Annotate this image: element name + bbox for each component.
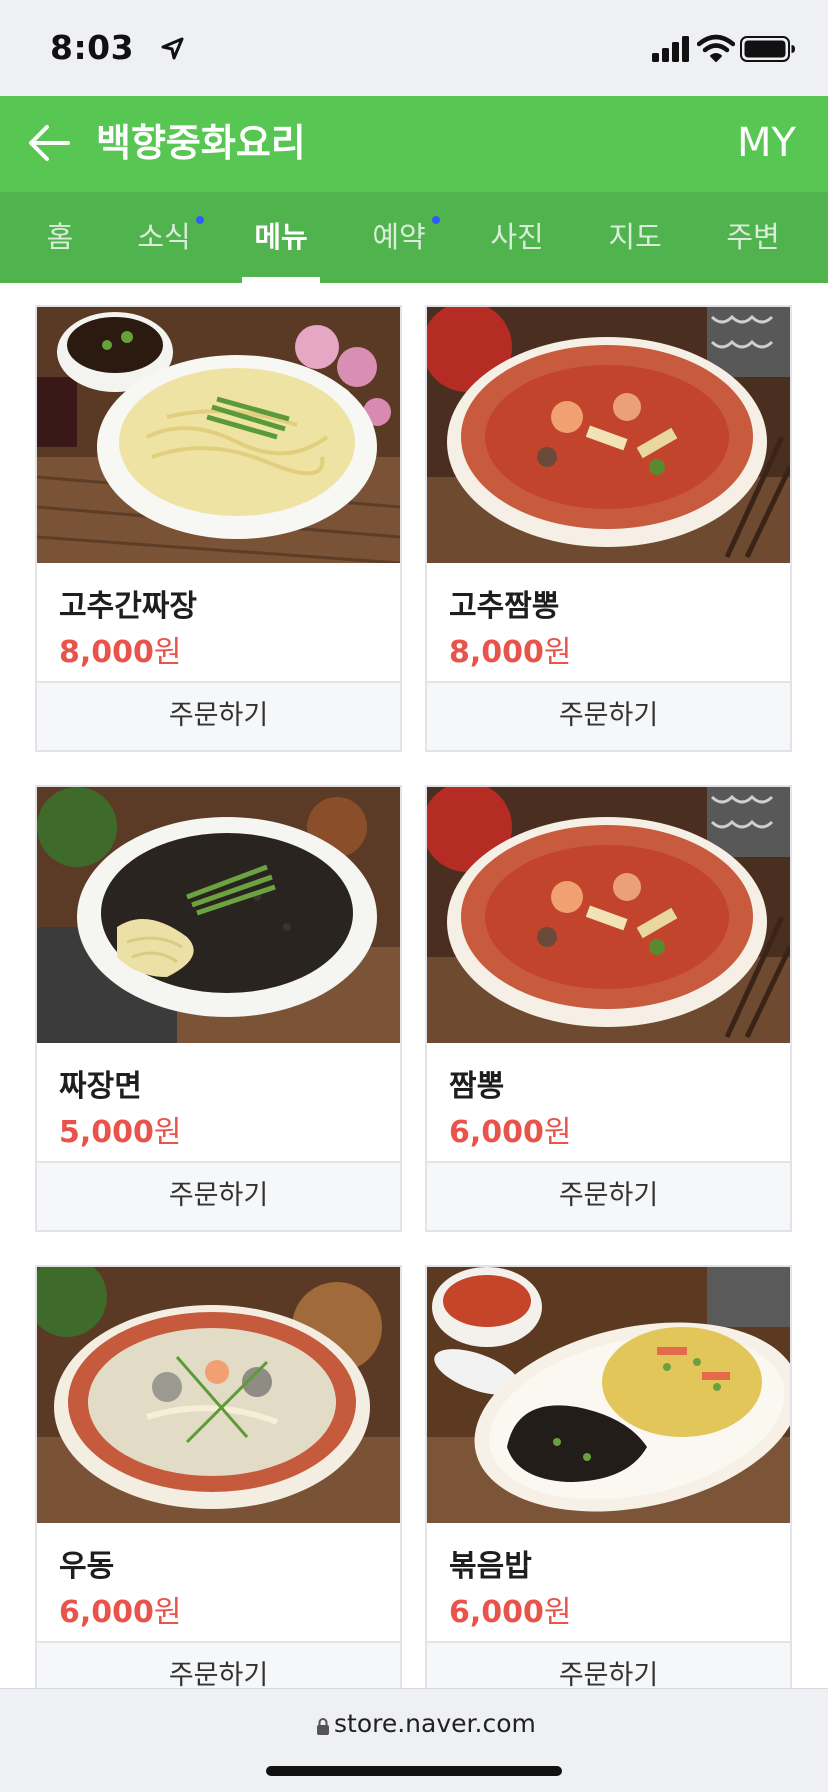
browser-url-bar[interactable]: store.naver.com (0, 1688, 828, 1792)
menu-photo-fried-rice[interactable] (427, 1267, 790, 1523)
tab-label: 홈 (46, 220, 74, 254)
page-title: 백향중화요리 (96, 121, 306, 165)
menu-photo-jjajangmyeon[interactable] (37, 787, 400, 1043)
menu-photo-jjamppong[interactable] (427, 787, 790, 1043)
tab-label: 메뉴 (254, 220, 308, 254)
menu-item-name: 짬뽕 (449, 1069, 505, 1104)
menu-card[interactable]: 짜장면 5,000원 주문하기 (35, 785, 402, 1232)
tab-nearby[interactable]: 주변 (694, 192, 812, 283)
status-time: 8:03 (50, 28, 135, 67)
menu-item-name: 우동 (59, 1549, 115, 1584)
price-number: 8,000 (449, 635, 544, 670)
menu-item-price: 8,000원 (59, 627, 182, 671)
menu-photo-udon[interactable] (37, 1267, 400, 1523)
menu-item-price: 6,000원 (449, 1107, 572, 1151)
tab-label: 사진 (490, 220, 544, 254)
back-arrow-icon[interactable] (26, 120, 72, 166)
menu-photo-jjajang-separate[interactable] (37, 307, 400, 563)
menu-card[interactable]: 짬뽕 6,000원 주문하기 (425, 785, 792, 1232)
menu-grid: 고추간짜장 8,000원 주문하기 고추짬뽕 8,000원 주문하기 짜장면 5… (0, 283, 828, 1688)
price-number: 8,000 (59, 635, 154, 670)
cellular-signal-icon (652, 36, 689, 62)
url-text[interactable]: store.naver.com (334, 1709, 536, 1738)
menu-item-name: 볶음밥 (449, 1549, 532, 1584)
tab-map[interactable]: 지도 (576, 192, 694, 283)
order-button[interactable]: 주문하기 (37, 1641, 400, 1688)
tab-label: 지도 (608, 220, 662, 254)
lock-icon (317, 1718, 329, 1735)
my-button[interactable]: MY (737, 116, 796, 170)
app-header: 백향중화요리 MY (0, 96, 828, 192)
menu-card[interactable]: 고추간짜장 8,000원 주문하기 (35, 305, 402, 752)
tab-reservation[interactable]: 예약 (340, 192, 458, 283)
tab-news[interactable]: 소식 (105, 192, 223, 283)
menu-photo-spicy-jjamppong[interactable] (427, 307, 790, 563)
order-button[interactable]: 주문하기 (37, 1161, 400, 1230)
price-number: 5,000 (59, 1115, 154, 1150)
tab-label: 예약 (372, 220, 426, 254)
order-button[interactable]: 주문하기 (427, 681, 790, 750)
order-button[interactable]: 주문하기 (427, 1161, 790, 1230)
menu-item-price: 5,000원 (59, 1107, 182, 1151)
menu-card[interactable]: 볶음밥 6,000원 주문하기 (425, 1265, 792, 1688)
price-number: 6,000 (449, 1115, 544, 1150)
price-number: 6,000 (449, 1595, 544, 1630)
battery-icon (740, 36, 795, 62)
tab-label: 소식 (137, 220, 191, 254)
price-unit: 원 (153, 1115, 182, 1150)
menu-item-price: 6,000원 (449, 1587, 572, 1631)
price-unit: 원 (153, 635, 182, 670)
wifi-icon (697, 34, 735, 62)
price-unit: 원 (543, 1595, 572, 1630)
new-indicator-dot (432, 216, 440, 224)
price-unit: 원 (543, 1115, 572, 1150)
menu-item-price: 8,000원 (449, 627, 572, 671)
menu-card[interactable]: 우동 6,000원 주문하기 (35, 1265, 402, 1688)
menu-item-name: 고추간짜장 (59, 589, 197, 624)
tab-photos[interactable]: 사진 (458, 192, 576, 283)
price-unit: 원 (153, 1595, 182, 1630)
menu-item-name: 짜장면 (59, 1069, 142, 1104)
price-unit: 원 (543, 635, 572, 670)
menu-item-name: 고추짬뽕 (449, 589, 560, 624)
home-indicator[interactable] (266, 1766, 562, 1776)
new-indicator-dot (196, 216, 204, 224)
order-button[interactable]: 주문하기 (427, 1641, 790, 1688)
tab-bar: 홈 소식 메뉴 예약 사진 지도 주변 (0, 192, 828, 283)
price-number: 6,000 (59, 1595, 154, 1630)
menu-card[interactable]: 고추짬뽕 8,000원 주문하기 (425, 305, 792, 752)
menu-item-price: 6,000원 (59, 1587, 182, 1631)
tab-menu[interactable]: 메뉴 (222, 192, 340, 283)
location-arrow-icon (161, 37, 184, 60)
tab-home[interactable]: 홈 (1, 192, 119, 283)
order-button[interactable]: 주문하기 (37, 681, 400, 750)
tab-label: 주변 (726, 220, 780, 254)
status-bar: 8:03 (0, 0, 828, 96)
